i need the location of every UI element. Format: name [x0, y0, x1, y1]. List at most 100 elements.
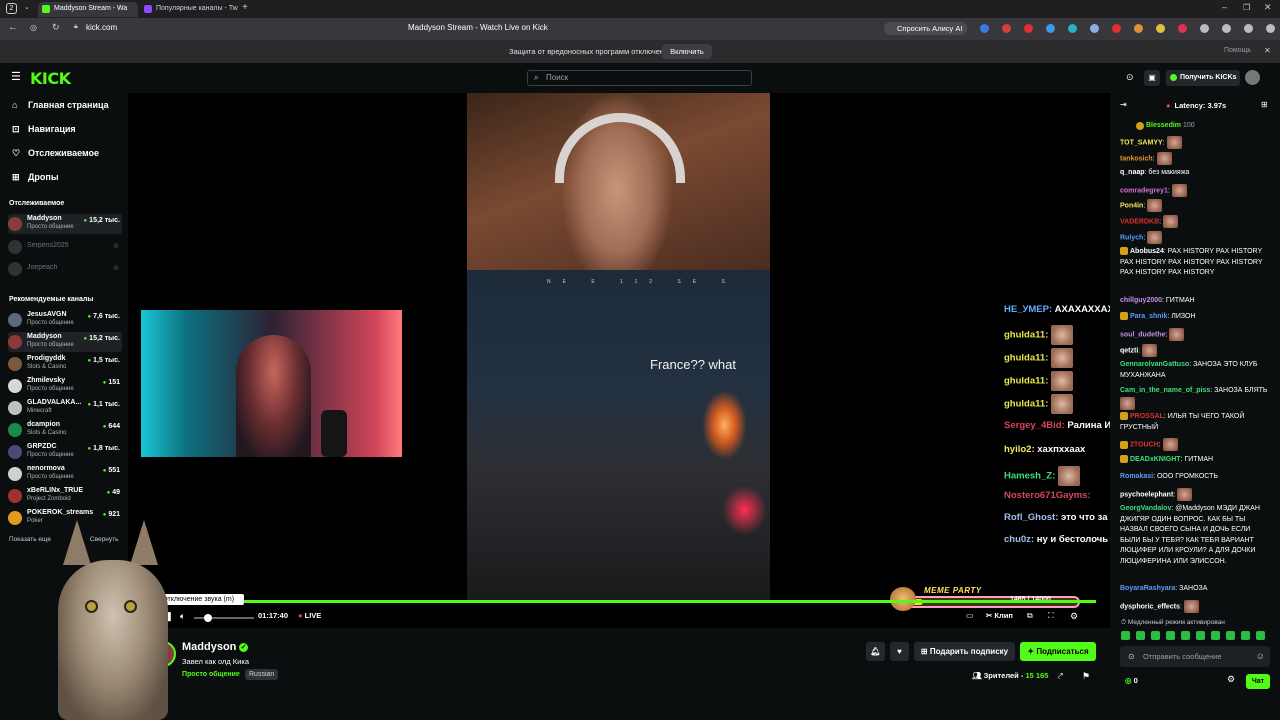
collapse-chat-icon[interactable]: ⇥ — [1120, 100, 1127, 109]
nav-browse[interactable]: ⊡ Навигация — [12, 124, 76, 134]
stream-category[interactable]: Просто общение — [182, 671, 240, 678]
quick-emote-icon[interactable] — [1121, 631, 1130, 640]
dashboard-icon[interactable]: ▣ — [1144, 70, 1160, 86]
tab-popular-channels[interactable]: Популярные каналы - Tw — [140, 2, 240, 17]
chat-username[interactable]: Cam_in_the_name_of_piss — [1120, 387, 1210, 394]
extension-icon[interactable] — [1090, 24, 1099, 33]
extensions-puzzle-icon[interactable] — [1200, 24, 1209, 33]
shield-icon[interactable]: ◎ — [30, 23, 37, 32]
extension-icon[interactable] — [1134, 24, 1143, 33]
chat-username[interactable]: 2TOUCH — [1130, 441, 1159, 448]
menu-icon[interactable] — [1266, 24, 1275, 33]
enable-protection-button[interactable]: Включить — [662, 44, 712, 59]
live-indicator[interactable]: ● LIVE — [298, 611, 321, 620]
close-window-button[interactable]: ✕ — [1264, 2, 1272, 13]
followed-channel-serpens[interactable]: Serpens2025 ⊘ — [8, 237, 122, 257]
quick-emote-icon[interactable] — [1226, 631, 1235, 640]
chat-username[interactable]: qetzti — [1120, 347, 1138, 354]
chat-settings-icon[interactable]: ⚙ — [1227, 674, 1235, 685]
chat-username[interactable]: chillguy2000 — [1120, 297, 1162, 304]
recommended-channel[interactable]: JesusAVGN Просто общение 7,6 тыс. — [8, 310, 122, 330]
recommended-channel[interactable]: GLADVALAKA... Minecraft 1,1 тыс. — [8, 398, 122, 418]
tab-list-chevron-icon[interactable]: ⌄ — [24, 3, 30, 11]
emoji-icon[interactable]: ☺ — [1256, 646, 1265, 667]
quick-emote-icon[interactable] — [1241, 631, 1250, 640]
chat-username[interactable]: PROSSAL — [1130, 413, 1164, 420]
maximize-button[interactable]: ❐ — [1243, 3, 1250, 12]
chat-username[interactable]: GennarolvanGattuso — [1120, 361, 1189, 368]
tab-maddyson[interactable]: Maddyson Stream - Wa — [38, 2, 138, 17]
notifications-icon[interactable]: ⊙ — [1126, 72, 1134, 83]
chat-username[interactable]: Ruiych — [1120, 234, 1143, 241]
chat-username[interactable]: GeorgVandalov — [1120, 505, 1171, 512]
recommended-channel[interactable]: Maddyson Просто общение 15,2 тыс. — [8, 332, 122, 352]
minimize-button[interactable]: – — [1222, 2, 1227, 12]
recommended-channel[interactable]: nenormova Просто общение 551 — [8, 464, 122, 484]
downloads-icon[interactable] — [1244, 24, 1253, 33]
url-text[interactable]: kick.com — [86, 23, 117, 32]
extension-icon[interactable] — [1178, 24, 1187, 33]
chat-username[interactable]: Pon4in — [1120, 202, 1143, 209]
help-link[interactable]: Помощь — [1224, 47, 1251, 54]
extension-icon[interactable] — [1046, 24, 1055, 33]
extension-icon[interactable] — [1024, 24, 1033, 33]
nav-drops[interactable]: ⊞ Дропы — [12, 172, 59, 182]
recommended-channel[interactable]: dcampion Slots & Casino 644 — [8, 420, 122, 440]
quick-emote-icon[interactable] — [1256, 631, 1265, 640]
followed-channel-joepeach[interactable]: Joepeach ⊘ — [8, 259, 122, 279]
chat-username[interactable]: Para_shnik — [1130, 313, 1167, 320]
fullscreen-icon[interactable]: ⛶ — [1048, 611, 1054, 621]
subscribe-button[interactable]: ✦ Подписаться — [1020, 642, 1096, 661]
chat-users-icon[interactable]: ⊞ — [1261, 100, 1268, 109]
search-input[interactable]: ⌕ Поиск — [527, 70, 752, 86]
playback-progress-bar[interactable] — [150, 600, 1096, 603]
chat-username[interactable]: BoyaraRashyara — [1120, 585, 1175, 592]
user-avatar[interactable] — [1245, 70, 1260, 85]
get-kicks-button[interactable]: Получить KICKs — [1166, 70, 1240, 86]
kick-logo[interactable]: KICK — [30, 69, 71, 88]
tab-count-badge[interactable]: 2 — [6, 3, 17, 14]
chat-username[interactable]: psychoelephant — [1120, 491, 1173, 498]
chat-username[interactable]: VADERDKB — [1120, 218, 1159, 225]
new-tab-button[interactable]: + — [242, 2, 248, 13]
chat-username[interactable]: dysphoric_effects — [1120, 603, 1180, 610]
reload-icon[interactable]: ↻ — [52, 22, 60, 33]
quick-emote-icon[interactable] — [1181, 631, 1190, 640]
volume-knob[interactable] — [204, 614, 212, 622]
share-icon[interactable]: ⤤ — [1058, 671, 1063, 682]
back-icon[interactable]: ← — [8, 22, 18, 33]
extension-icon[interactable] — [1112, 24, 1121, 33]
recommended-channel[interactable]: Zhmilevsky Просто общение 151 — [8, 376, 122, 396]
gift-sub-button[interactable]: ⊞ Подарить подписку — [914, 642, 1015, 661]
nav-following[interactable]: ♡ Отслеживаемое — [12, 148, 99, 158]
profile-icon[interactable] — [1222, 24, 1231, 33]
chat-username[interactable]: soul_dudethe — [1120, 331, 1166, 338]
theater-mode-icon[interactable]: ▭ — [966, 611, 974, 620]
chat-username[interactable]: Romakasi — [1120, 473, 1153, 480]
quick-emote-icon[interactable] — [1196, 631, 1205, 640]
volume-icon[interactable]: 🔈︎ — [180, 611, 185, 622]
chat-username[interactable]: comradegrey1 — [1120, 187, 1168, 194]
pip-mode-icon[interactable]: ⧉ — [1027, 611, 1033, 621]
extension-icon[interactable] — [1068, 24, 1077, 33]
chat-username[interactable]: TOT_SAMYY — [1120, 139, 1163, 146]
report-icon[interactable]: ⚑ — [1082, 671, 1090, 682]
extension-icon[interactable] — [980, 24, 989, 33]
channel-points[interactable]: 0 — [1125, 676, 1138, 685]
extension-icon[interactable] — [1002, 24, 1011, 33]
chat-input[interactable]: ⊙ Отправить сообщение ☺ — [1120, 646, 1270, 667]
followed-channel-maddyson[interactable]: Maddyson Просто общение 15,2 тыс. — [8, 214, 122, 234]
quick-emote-icon[interactable] — [1136, 631, 1145, 640]
ask-alice-button[interactable]: Спросить Алису AI — [884, 22, 968, 35]
recommended-channel[interactable]: Prodigyddk Slots & Casino 1,5 тыс. — [8, 354, 122, 374]
quick-emote-icon[interactable] — [1166, 631, 1175, 640]
send-chat-button[interactable]: Чат — [1246, 674, 1270, 689]
follow-heart-button[interactable]: ♥ — [890, 642, 909, 661]
settings-gear-icon[interactable]: ⚙ — [1070, 611, 1078, 622]
show-more-link[interactable]: Показать еще — [9, 536, 51, 543]
chat-username[interactable]: tankosich — [1120, 155, 1153, 162]
quick-emote-icon[interactable] — [1211, 631, 1220, 640]
chat-username[interactable]: DEADxKNIGHT — [1130, 456, 1181, 463]
volume-slider[interactable] — [194, 614, 254, 622]
clip-button[interactable]: ✂ Клип — [986, 611, 1013, 620]
